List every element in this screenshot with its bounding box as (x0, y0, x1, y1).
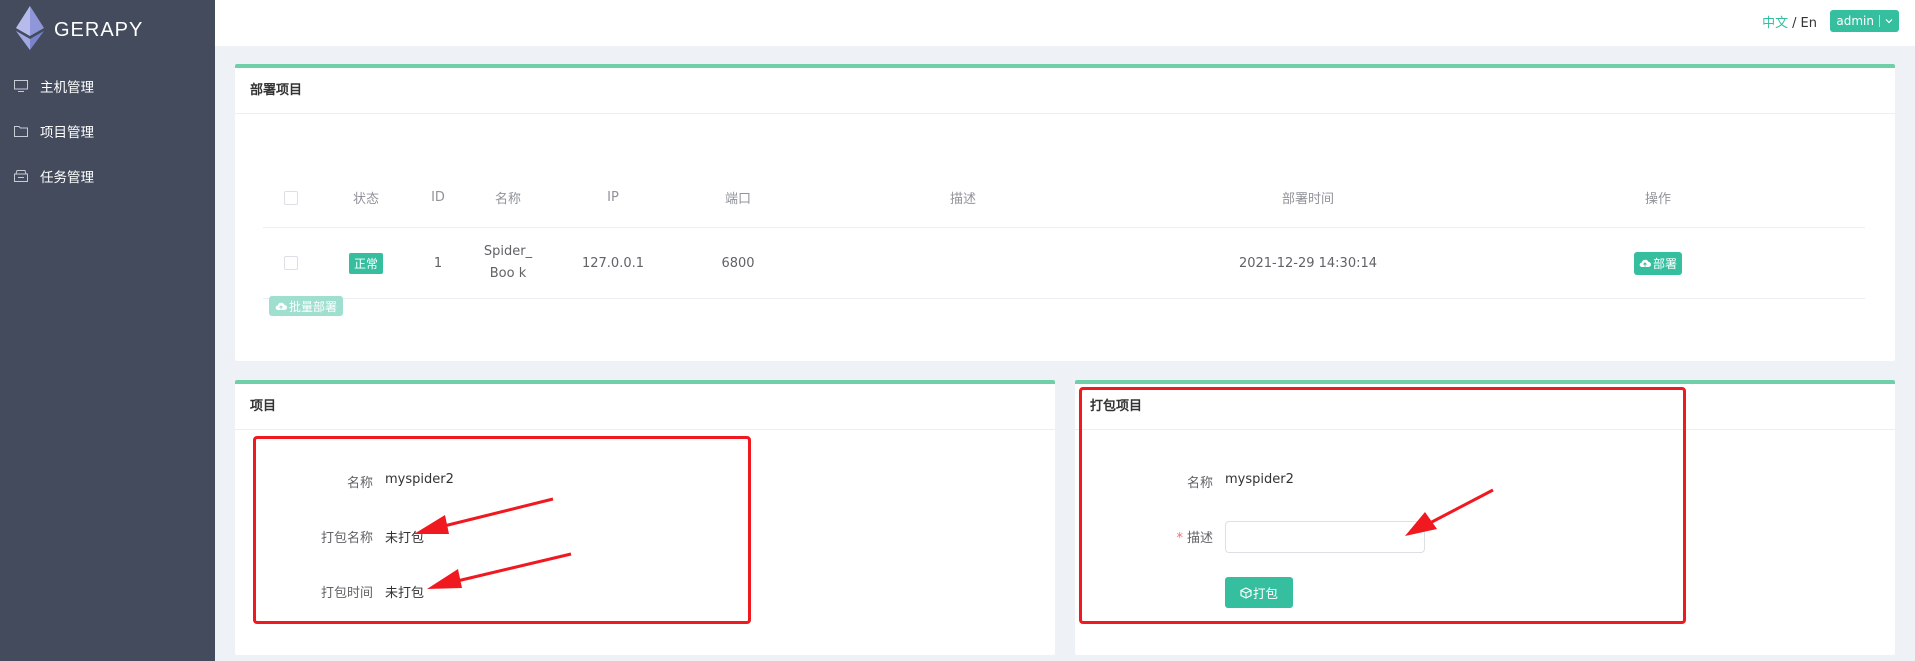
logo-text: GERAPY (54, 18, 144, 41)
port-cell: 6800 (721, 255, 755, 271)
top-header: 中文 / En admin (215, 0, 1915, 46)
column-header: 描述 (949, 192, 976, 207)
time-cell: 2021-12-29 14:30:14 (1238, 255, 1378, 271)
sidebar-item-projects[interactable]: 项目管理 (14, 121, 94, 141)
task-icon (14, 170, 28, 182)
language-switch: 中文 / En (1762, 12, 1817, 31)
select-all-cell (263, 168, 319, 227)
cloud-upload-icon (275, 302, 287, 311)
select-all-checkbox[interactable] (284, 190, 298, 205)
monitor-icon (14, 80, 28, 92)
chevron-down-icon (1885, 14, 1893, 28)
table-header-row: 状态 ID 名称 IP 端口 描述 部署时间 操作 (263, 168, 1865, 228)
deploy-panel: 部署项目 状态 ID 名称 IP 端口 描述 部署时间 操作 正常 1 Spid… (235, 64, 1895, 361)
ip-cell: 127.0.0.1 (581, 255, 645, 271)
batch-deploy-label: 批量部署 (289, 299, 338, 314)
column-header: 操作 (1644, 192, 1671, 207)
lang-zh-link[interactable]: 中文 (1762, 16, 1788, 31)
lang-separator: / (1792, 16, 1797, 31)
name-cell: Spider_Boo k (483, 244, 533, 281)
sidebar-item-label: 主机管理 (40, 80, 94, 96)
button-divider (1879, 15, 1880, 27)
batch-deploy-button[interactable]: 批量部署 (269, 296, 344, 316)
deploy-button[interactable]: 部署 (1633, 251, 1682, 275)
column-header: 部署时间 (1281, 192, 1334, 207)
panel-title: 部署项目 (235, 68, 1895, 114)
desc-cell (803, 228, 1123, 298)
annotation-box (1079, 387, 1686, 624)
user-dropdown-button[interactable]: admin (1830, 10, 1899, 32)
column-header: IP (607, 190, 619, 205)
status-badge: 正常 (348, 252, 383, 274)
column-header: 端口 (724, 192, 751, 207)
lang-en-link[interactable]: En (1801, 16, 1817, 31)
column-header: ID (431, 190, 445, 205)
user-name: admin (1836, 14, 1874, 28)
annotation-box (253, 436, 751, 624)
logo[interactable]: GERAPY (14, 6, 144, 54)
column-header: 状态 (352, 192, 379, 207)
sidebar-item-label: 项目管理 (40, 125, 94, 141)
deploy-button-label: 部署 (1652, 256, 1677, 271)
status-cell: 正常 (319, 228, 413, 298)
sidebar-item-label: 任务管理 (40, 170, 94, 186)
column-header: 名称 (494, 192, 521, 207)
table-row: 正常 1 Spider_Boo k 127.0.0.1 6800 2021-12… (263, 228, 1865, 299)
ethereum-logo-icon (14, 6, 46, 54)
panel-title: 项目 (235, 384, 1055, 430)
row-checkbox[interactable] (284, 256, 298, 270)
action-cell: 部署 (1493, 228, 1823, 298)
sidebar-item-hosts[interactable]: 主机管理 (14, 76, 94, 96)
sidebar-item-tasks[interactable]: 任务管理 (14, 166, 94, 186)
cloud-upload-icon (1639, 259, 1651, 268)
row-select-cell (263, 228, 319, 298)
folder-icon (14, 125, 28, 137)
sidebar: GERAPY 主机管理 项目管理 任务管理 (0, 0, 215, 661)
deploy-table: 状态 ID 名称 IP 端口 描述 部署时间 操作 正常 1 Spider_Bo… (263, 168, 1865, 299)
id-cell: 1 (433, 255, 443, 271)
